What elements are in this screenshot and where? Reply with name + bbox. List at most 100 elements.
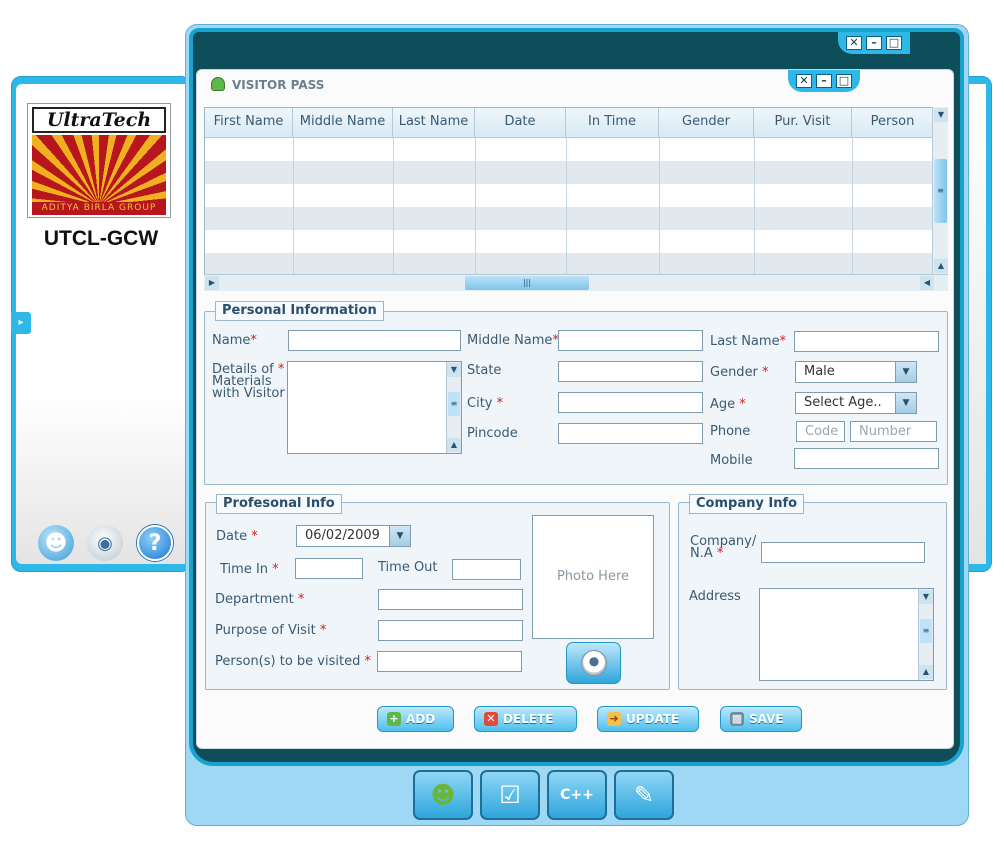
gender-label: Gender *	[710, 365, 769, 380]
table-row[interactable]	[205, 184, 933, 207]
department-label: Department *	[215, 592, 305, 607]
scroll-right-icon[interactable]: ◀	[920, 276, 934, 290]
col-header-middle-name[interactable]: Middle Name	[293, 108, 393, 138]
scroll-thumb[interactable]: |||	[465, 276, 589, 290]
scroll-down-icon[interactable]: ▲	[447, 438, 461, 452]
outer-minimize-icon[interactable]: –	[866, 36, 882, 50]
update-arrow-icon: ➜	[607, 712, 621, 726]
last-name-field[interactable]	[794, 331, 939, 352]
time-in-field[interactable]	[295, 558, 363, 579]
table-row[interactable]	[205, 253, 933, 275]
minimize-icon[interactable]: –	[816, 74, 832, 88]
scroll-down-icon[interactable]: ▲	[919, 665, 933, 679]
col-header-person[interactable]: Person	[852, 108, 933, 138]
col-header-pur-visit[interactable]: Pur. Visit	[754, 108, 852, 138]
maximize-icon[interactable]: □	[836, 74, 852, 88]
company-field[interactable]	[761, 542, 925, 563]
company-info-legend: Company Info	[689, 494, 805, 514]
last-name-label: Last Name*	[710, 334, 787, 349]
purpose-label: Purpose of Visit *	[215, 623, 327, 638]
phone-code-field[interactable]: Code	[796, 421, 845, 442]
scroll-left-icon[interactable]: ▶	[205, 276, 219, 290]
col-header-gender[interactable]: Gender	[659, 108, 754, 138]
company-logo: UltraTech ADITYA BIRLA GROUP	[27, 103, 171, 218]
delete-button[interactable]: ✕ DELETE	[474, 706, 577, 732]
col-header-date[interactable]: Date	[475, 108, 566, 138]
dock-code-search-button[interactable]: C++	[547, 770, 607, 820]
webcam-icon	[580, 650, 607, 676]
middle-name-field[interactable]	[558, 330, 703, 351]
time-out-field[interactable]	[452, 559, 521, 580]
grid-vertical-scrollbar[interactable]: ▼ ≡ ▲	[932, 107, 948, 274]
dock-edit-document-button[interactable]: ✎	[614, 770, 674, 820]
checklist-icon: ☑	[499, 781, 521, 809]
scroll-up-icon[interactable]: ▼	[447, 363, 461, 377]
save-button[interactable]: ▩ SAVE	[720, 706, 802, 732]
chevron-down-icon[interactable]: ▼	[895, 393, 916, 413]
address-scrollbar[interactable]: ▼ ≡ ▲	[918, 589, 933, 680]
table-row[interactable]	[205, 230, 933, 253]
purpose-field[interactable]	[378, 620, 523, 641]
update-button[interactable]: ➜ UPDATE	[597, 706, 699, 732]
floppy-disk-icon: ▩	[730, 712, 744, 726]
phone-number-field[interactable]: Number	[850, 421, 937, 442]
help-icon[interactable]: ?	[137, 525, 173, 561]
mobile-field[interactable]	[794, 448, 939, 469]
scroll-thumb[interactable]: ≡	[920, 619, 932, 643]
org-name: UTCL-GCW	[43, 227, 159, 250]
materials-textarea[interactable]: ▼ ≡ ▲	[287, 361, 462, 454]
mobile-label: Mobile	[710, 453, 753, 468]
company-label: Company/ N.A *	[690, 534, 757, 561]
col-header-first-name[interactable]: First Name	[205, 108, 293, 138]
date-label: Date *	[216, 529, 258, 544]
scroll-thumb[interactable]: ≡	[934, 159, 947, 223]
col-header-in-time[interactable]: In Time	[566, 108, 659, 138]
materials-scrollbar[interactable]: ▼ ≡ ▲	[446, 362, 461, 453]
table-row[interactable]	[205, 161, 933, 184]
age-select[interactable]: Select Age.. ▼	[795, 392, 917, 414]
middle-name-label: Middle Name*	[467, 333, 559, 348]
scroll-up-icon[interactable]: ▼	[934, 108, 948, 122]
professional-info-legend: Profesonal Info	[216, 494, 342, 514]
panel-toggle-icon[interactable]: ▸	[11, 312, 31, 334]
visitor-grid: First Name Middle Name Last Name Date In…	[204, 107, 948, 291]
person-visited-field[interactable]	[377, 651, 522, 672]
name-field[interactable]	[288, 330, 461, 351]
webcam-icon[interactable]: ◉	[87, 525, 123, 561]
date-picker[interactable]: 06/02/2009 ▼	[296, 525, 411, 547]
scroll-down-icon[interactable]: ▲	[934, 259, 948, 273]
scroll-thumb[interactable]: ≡	[448, 392, 460, 416]
chevron-down-icon[interactable]: ▼	[389, 526, 410, 546]
city-field[interactable]	[558, 392, 703, 413]
chevron-down-icon[interactable]: ▼	[895, 362, 916, 382]
column-divider	[475, 138, 476, 275]
outer-maximize-icon[interactable]: □	[886, 36, 902, 50]
logo-group-text: ADITYA BIRLA GROUP	[32, 202, 166, 215]
close-icon[interactable]: ✕	[796, 74, 812, 88]
outer-close-icon[interactable]: ✕	[846, 36, 862, 50]
add-button[interactable]: + ADD	[377, 706, 454, 732]
column-divider	[293, 138, 294, 275]
scroll-up-icon[interactable]: ▼	[919, 590, 933, 604]
grid-horizontal-scrollbar[interactable]: ▶ ||| ◀	[204, 274, 948, 291]
state-field[interactable]	[558, 361, 703, 382]
pincode-field[interactable]	[558, 423, 703, 444]
table-row[interactable]	[205, 207, 933, 230]
dock-visitors-button[interactable]: ☻	[413, 770, 473, 820]
age-label: Age *	[710, 397, 746, 412]
department-field[interactable]	[378, 589, 523, 610]
logo-sun-emblem	[32, 135, 166, 202]
edit-document-icon: ✎	[633, 781, 655, 809]
capture-photo-button[interactable]	[566, 642, 621, 684]
delete-icon: ✕	[484, 712, 498, 726]
user-icon[interactable]: ☻	[38, 525, 74, 561]
gender-select[interactable]: Male ▼	[795, 361, 917, 383]
materials-label: Details of * Materials with Visitor	[212, 362, 285, 401]
dock-checklist-button[interactable]: ☑	[480, 770, 540, 820]
city-label: City *	[467, 396, 504, 411]
col-header-last-name[interactable]: Last Name	[393, 108, 475, 138]
address-textarea[interactable]: ▼ ≡ ▲	[759, 588, 934, 681]
pincode-label: Pincode	[467, 426, 518, 441]
table-row[interactable]	[205, 138, 933, 161]
code-search-icon: C++	[560, 787, 594, 803]
